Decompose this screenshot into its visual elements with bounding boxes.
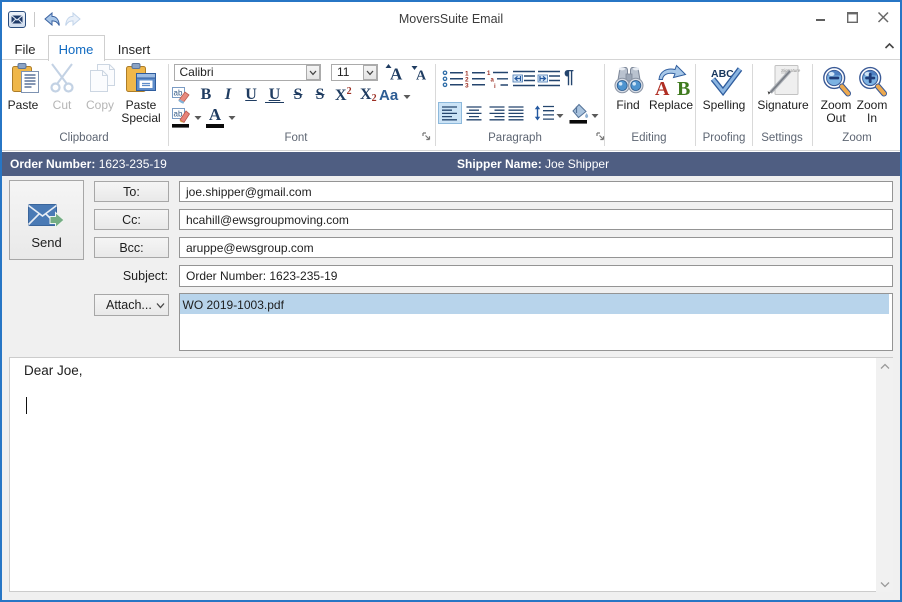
- svg-text:1: 1: [487, 71, 491, 77]
- svg-text:i: i: [494, 84, 496, 88]
- svg-text:A: A: [655, 78, 670, 96]
- svg-text:B: B: [677, 78, 690, 96]
- svg-text:A: A: [416, 69, 427, 83]
- svg-text:A: A: [390, 65, 403, 83]
- svg-text:3: 3: [465, 83, 469, 89]
- svg-text:a: a: [490, 78, 494, 84]
